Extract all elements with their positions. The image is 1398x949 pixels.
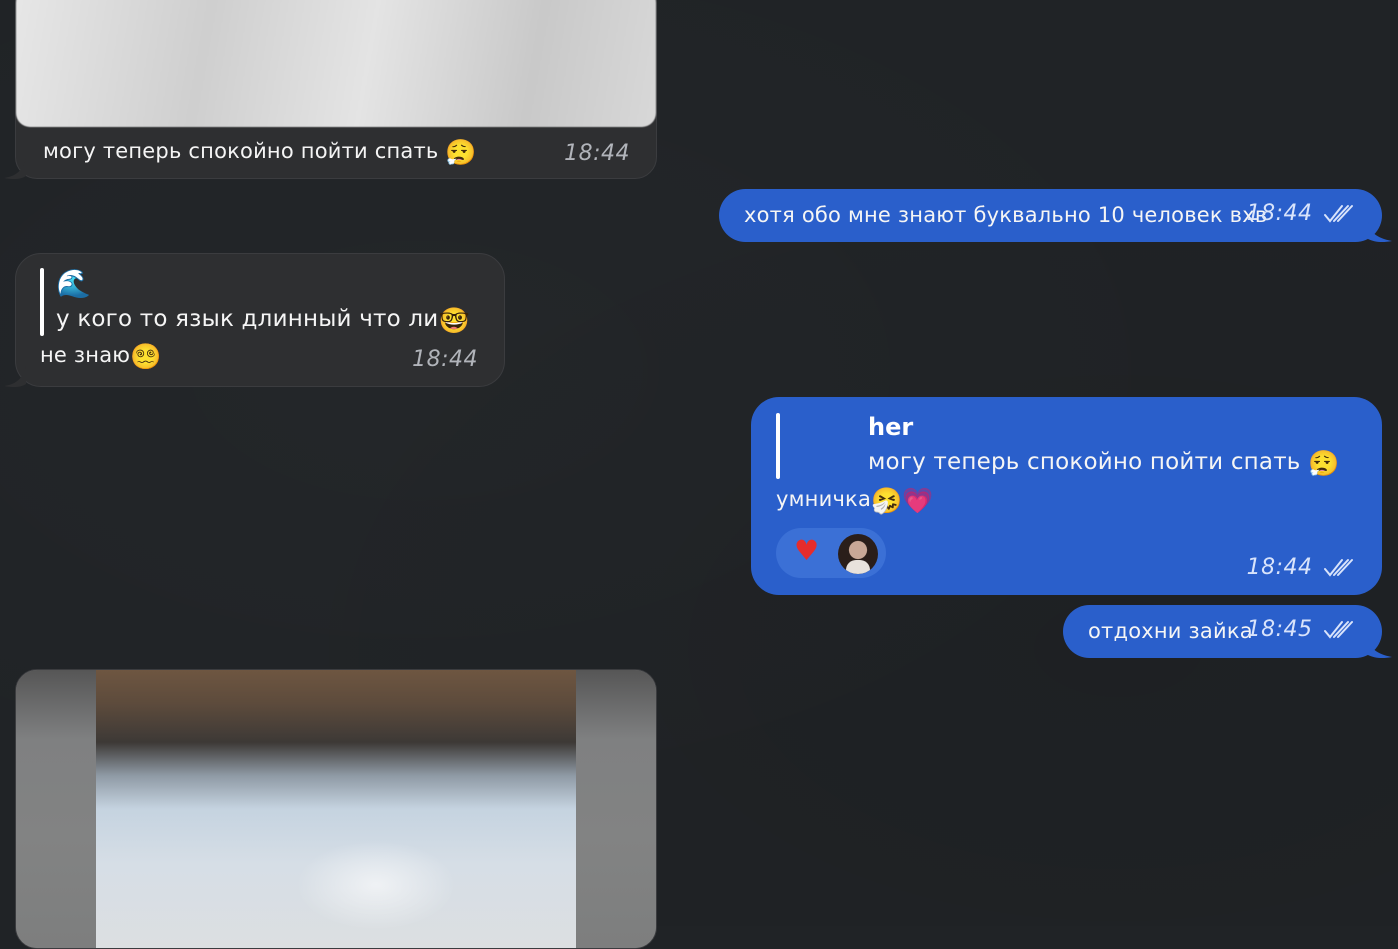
message-text: отдохни зайка (1088, 619, 1253, 643)
exhale-emoji: 😮‍💨 (445, 138, 477, 167)
message-meta: 18:44 (1247, 201, 1354, 226)
incoming-photo-message[interactable] (15, 669, 657, 949)
photo-attachment[interactable] (16, 0, 656, 127)
message-meta: 18:45 (1247, 617, 1354, 642)
nerd-face-emoji: 🤓 (438, 306, 470, 335)
message-time: 18:44 (1246, 201, 1313, 226)
incoming-bubble-tail (4, 366, 26, 388)
reply-quote-author[interactable]: her (868, 413, 913, 441)
double-check-icon (1324, 559, 1353, 577)
message-time: 18:44 (564, 141, 630, 166)
reply-quote-text[interactable]: могу теперь спокойно пойти спать 😮‍💨 (868, 449, 1339, 476)
reply-quote-text[interactable]: у кого то язык длинный что ли🤓 (56, 306, 470, 333)
heart-icon: ♥ (794, 534, 820, 567)
wave-emoji: 🌊 (56, 267, 91, 300)
outgoing-message[interactable]: хотя обо мне знают буквально 10 человек … (719, 189, 1382, 242)
outgoing-bubble-tail (1368, 638, 1392, 659)
photo-blur-border (576, 670, 656, 948)
quote-text: могу теперь спокойно пойти спать (868, 449, 1301, 475)
photo-attachment[interactable] (96, 670, 576, 948)
double-check-icon (1324, 205, 1353, 223)
avatar (838, 534, 878, 574)
incoming-photo-message[interactable]: могу теперь спокойно пойти спать 😮‍💨 18:… (15, 0, 657, 179)
reaction-chip[interactable]: ♥ (776, 528, 886, 578)
message-text: не знаю😵‍💫 (40, 343, 162, 369)
photo-caption-text: могу теперь спокойно пойти спать (43, 139, 439, 163)
message-time: 18:44 (1246, 555, 1313, 580)
incoming-bubble-tail (4, 158, 26, 180)
message-meta: 18:44 (1247, 555, 1354, 580)
exhale-emoji: 😮‍💨 (1308, 449, 1340, 478)
quote-text: у кого то язык длинный что ли (56, 306, 439, 332)
message-time: 18:44 (412, 347, 478, 372)
reply-quote-bar (40, 268, 44, 336)
photo-caption: могу теперь спокойно пойти спать 😮‍💨 (43, 139, 477, 165)
reply-text: умничка (776, 487, 872, 511)
photo-blur-border (16, 670, 96, 948)
outgoing-message[interactable]: отдохни зайка 18:45 (1063, 605, 1382, 658)
reply-quote-bar (776, 413, 780, 479)
reply-text: не знаю (40, 343, 131, 367)
incoming-reply-message[interactable]: 🌊 у кого то язык длинный что ли🤓 не знаю… (15, 253, 505, 387)
outgoing-bubble-tail (1368, 222, 1392, 243)
dizzy-face-emoji: 😵‍💫 (130, 342, 162, 371)
message-time: 18:45 (1246, 617, 1313, 642)
message-text: хотя обо мне знают буквально 10 человек … (744, 203, 1268, 227)
double-check-icon (1324, 621, 1353, 639)
message-text: умничка🤧💗 (776, 487, 934, 513)
sneeze-heart-emoji: 🤧💗 (871, 486, 934, 515)
outgoing-reply-message[interactable]: her могу теперь спокойно пойти спать 😮‍💨… (751, 397, 1382, 595)
photo-highlight (296, 840, 456, 930)
